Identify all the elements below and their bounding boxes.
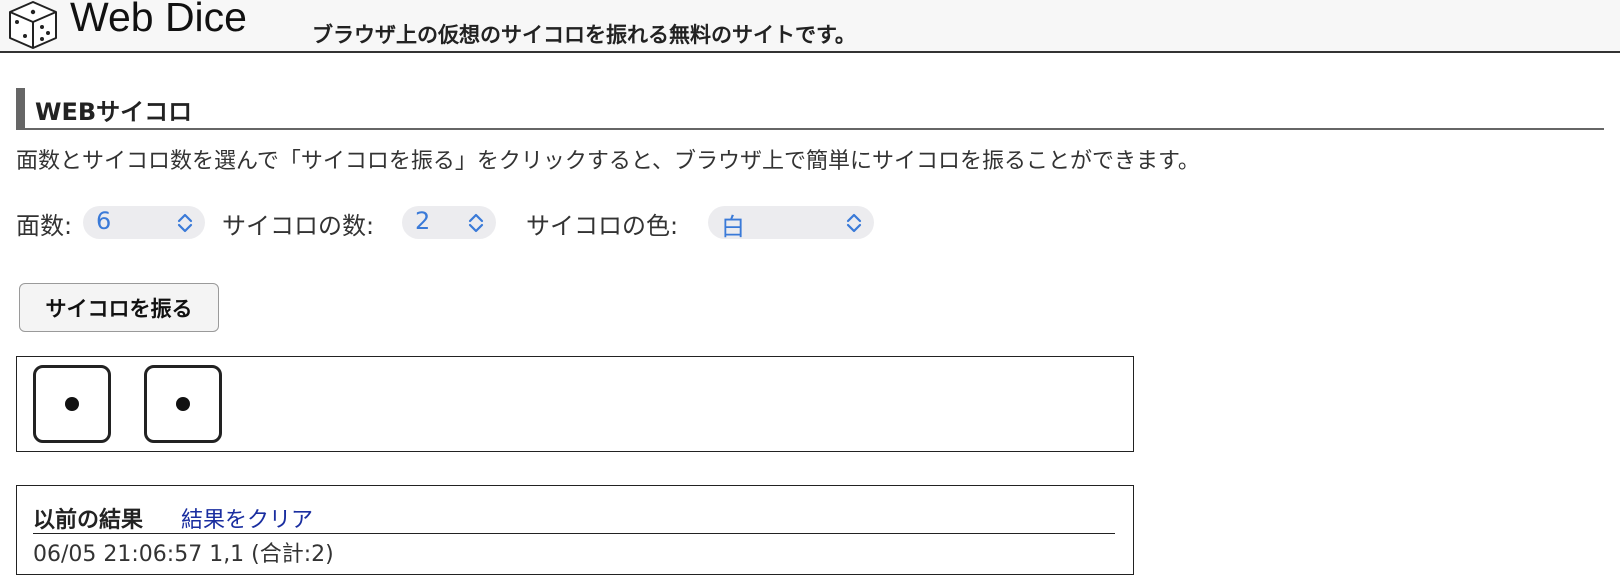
chevron-updown-icon	[846, 213, 862, 233]
faces-select-value: 6	[96, 207, 112, 235]
color-select-value: 白	[721, 213, 745, 241]
die-pip	[65, 397, 79, 411]
count-label: サイコロの数:	[222, 212, 375, 240]
section-heading: WEBサイコロ	[16, 88, 1604, 130]
count-select[interactable]: 2	[402, 206, 496, 239]
die-face	[144, 365, 222, 443]
color-select[interactable]: 白	[708, 206, 874, 241]
die-face	[33, 365, 111, 443]
section-description: 面数とサイコロ数を選んで「サイコロを振る」をクリックすると、ブラウザ上で簡単にサ…	[16, 149, 1200, 174]
site-tagline: ブラウザ上の仮想のサイコロを振れる無料のサイトです。	[312, 23, 856, 47]
die-pip	[176, 397, 190, 411]
history-header: 以前の結果 結果をクリア	[33, 502, 1115, 534]
site-title[interactable]: Web Dice	[70, 0, 247, 41]
faces-label: 面数:	[16, 212, 73, 240]
dice-result-area	[16, 356, 1134, 452]
roll-dice-button[interactable]: サイコロを振る	[19, 283, 219, 332]
history-entry: 06/05 21:06:57 1,1 (合計:2)	[33, 542, 334, 567]
clear-results-link[interactable]: 結果をクリア	[181, 502, 313, 534]
count-select-value: 2	[415, 207, 431, 235]
chevron-updown-icon	[468, 213, 484, 233]
section-title: WEBサイコロ	[35, 98, 193, 126]
color-label: サイコロの色:	[526, 212, 679, 240]
history-title: 以前の結果	[33, 508, 144, 533]
faces-select[interactable]: 6	[83, 206, 205, 239]
history-panel: 以前の結果 結果をクリア 06/05 21:06:57 1,1 (合計:2)	[16, 485, 1134, 575]
chevron-updown-icon	[177, 213, 193, 233]
dice-icon	[9, 1, 57, 49]
site-header: Web Dice ブラウザ上の仮想のサイコロを振れる無料のサイトです。	[0, 0, 1620, 53]
